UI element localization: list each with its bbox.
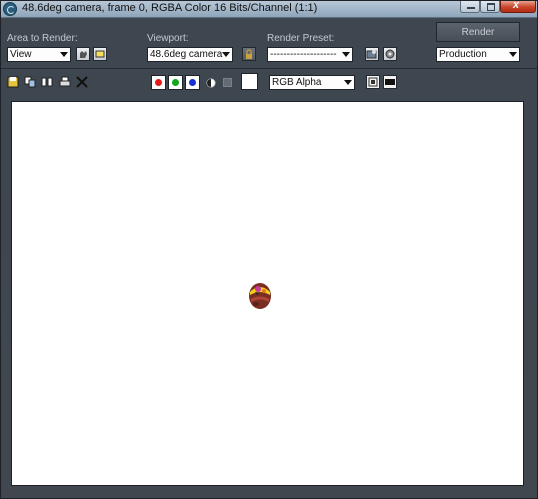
- blue-channel-icon: [189, 79, 196, 86]
- chevron-down-icon: [342, 52, 350, 57]
- alpha-icon[interactable]: [223, 78, 232, 87]
- edit-region-button[interactable]: [76, 47, 90, 61]
- viewport-label: Viewport:: [147, 33, 189, 44]
- render-setup-button[interactable]: [383, 47, 397, 61]
- chevron-down-icon: [509, 52, 517, 57]
- render-setup-icon: [385, 49, 395, 59]
- rendered-egg-image: [249, 283, 271, 309]
- color-swatch[interactable]: [241, 73, 258, 90]
- render-mode-value: Production: [439, 49, 487, 60]
- green-channel-icon: [172, 79, 179, 86]
- copy-icon[interactable]: [24, 76, 36, 88]
- red-channel-toggle[interactable]: [151, 75, 166, 90]
- chevron-down-icon: [344, 80, 352, 85]
- region-icon: [80, 51, 87, 58]
- environment-button[interactable]: [365, 47, 379, 61]
- green-channel-toggle[interactable]: [168, 75, 183, 90]
- minimize-icon: [467, 7, 475, 9]
- window-title: 48.6deg camera, frame 0, RGBA Color 16 B…: [22, 2, 318, 14]
- area-to-render-value: View: [10, 49, 32, 60]
- display-icon: [368, 77, 378, 87]
- toolbar-divider: [1, 68, 537, 69]
- area-to-render-select[interactable]: View: [7, 47, 71, 62]
- blue-channel-toggle[interactable]: [185, 75, 200, 90]
- clone-icon[interactable]: [41, 76, 53, 88]
- chevron-down-icon: [60, 52, 68, 57]
- auto-region-button[interactable]: [93, 47, 107, 61]
- chevron-down-icon: [222, 52, 230, 57]
- rendered-frame-window: 48.6deg camera, frame 0, RGBA Color 16 B…: [0, 0, 538, 499]
- render-viewport[interactable]: [11, 101, 524, 486]
- area-to-render-label: Area to Render:: [7, 33, 78, 44]
- render-preset-label: Render Preset:: [267, 33, 335, 44]
- save-icon[interactable]: [7, 76, 19, 88]
- environment-icon: [366, 50, 377, 59]
- minimize-button[interactable]: [460, 1, 480, 13]
- render-preset-select[interactable]: --------------------: [267, 47, 353, 62]
- lock-icon: [246, 49, 252, 59]
- history-icon: [385, 79, 395, 85]
- close-icon: x: [513, 0, 520, 11]
- title-bar: 48.6deg camera, frame 0, RGBA Color 16 B…: [1, 0, 537, 18]
- maximize-icon: [487, 3, 495, 11]
- mono-icon[interactable]: [205, 77, 217, 89]
- history-button[interactable]: [383, 75, 397, 89]
- channel-display-value: RGB Alpha: [272, 77, 322, 88]
- viewport-select[interactable]: 48.6deg camera: [147, 47, 233, 62]
- render-button[interactable]: Render: [436, 22, 520, 42]
- display-toggle-button[interactable]: [366, 75, 380, 89]
- channel-display-select[interactable]: RGB Alpha: [269, 75, 355, 90]
- viewport-value: 48.6deg camera: [150, 49, 223, 60]
- close-button[interactable]: x: [500, 0, 536, 13]
- clear-icon[interactable]: [76, 76, 88, 88]
- red-channel-icon: [155, 79, 162, 86]
- maximize-button[interactable]: [480, 1, 500, 13]
- render-mode-select[interactable]: Production: [436, 47, 520, 62]
- render-preset-value: --------------------: [270, 49, 337, 60]
- crop-icon: [95, 50, 105, 58]
- lock-viewport-button[interactable]: [242, 47, 256, 61]
- print-icon[interactable]: [59, 76, 71, 88]
- app-icon: [3, 2, 17, 16]
